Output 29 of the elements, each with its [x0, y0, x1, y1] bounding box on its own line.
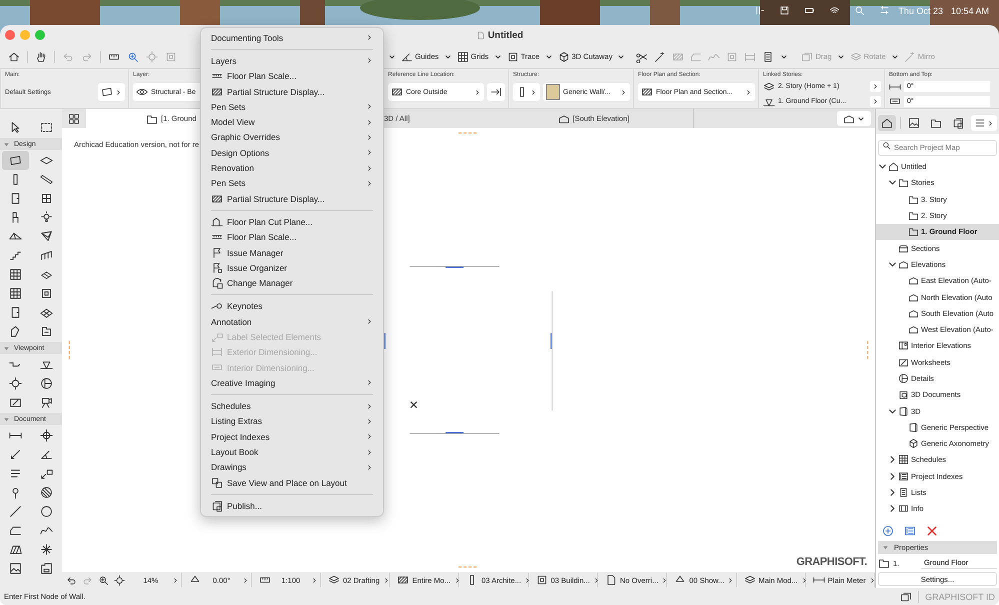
menu-item[interactable]: Issue Manager	[201, 244, 383, 260]
menu-item[interactable]: Publish...	[201, 498, 383, 514]
menu-item[interactable]: Design Options	[201, 145, 383, 160]
menu-item[interactable]: Save View and Place on Layout	[201, 475, 383, 490]
menu-item[interactable]: Floor Plan Scale...	[201, 68, 383, 84]
menu-item[interactable]: Floor Plan Cut Plane...	[201, 214, 383, 230]
menu-item[interactable]: Floor Plan Scale...	[201, 230, 383, 245]
menu-item[interactable]: Issue Organizer	[201, 260, 383, 276]
window-title: Untitled	[488, 30, 524, 40]
menu-item[interactable]: Schedules	[201, 398, 383, 414]
menu-item[interactable]: Partial Structure Display...	[201, 190, 383, 206]
menu-item[interactable]: Pen Sets	[201, 99, 383, 114]
menu-item[interactable]: Listing Extras	[201, 414, 383, 430]
menu-item[interactable]: Keynotes	[201, 298, 383, 314]
menu-item[interactable]: Layout Book	[201, 444, 383, 460]
menu-item[interactable]: Drawings	[201, 460, 383, 476]
menu-item[interactable]: Annotation	[201, 314, 383, 330]
brand-logo: GRAPHISOFT.	[796, 556, 867, 568]
menu-item[interactable]: Pen Sets	[201, 176, 383, 191]
menu-item[interactable]: Creative Imaging	[201, 375, 383, 391]
menu-item[interactable]: Layers	[201, 53, 383, 69]
menu-item[interactable]: Project Indexes	[201, 429, 383, 444]
clock-text[interactable]: 10:54 AM	[950, 6, 989, 16]
menu-item[interactable]: Change Manager	[201, 275, 383, 291]
menu-item[interactable]: Documenting Tools	[201, 30, 383, 46]
menu-item[interactable]: Graphic Overrides	[201, 130, 383, 146]
menu-item[interactable]: Renovation	[201, 160, 383, 176]
menu-item[interactable]: Partial Structure Display...	[201, 84, 383, 100]
menu-item[interactable]: Model View	[201, 114, 383, 130]
